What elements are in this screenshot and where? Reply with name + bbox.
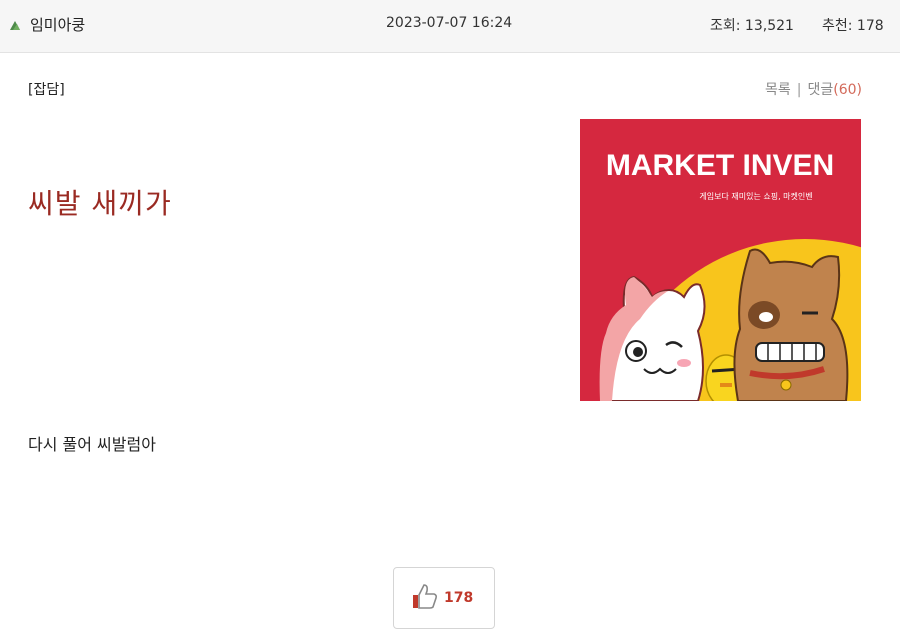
comments-label: 댓글 [807,82,834,98]
recommend-button[interactable]: 178 [393,567,495,629]
ad-tagline: 게임보다 재미있는 쇼핑, 마켓인벤 [699,191,812,201]
recommend-count: 178 [444,590,474,606]
author[interactable]: 임미아쿵 [8,14,85,35]
list-link[interactable]: 목록 [765,82,791,98]
post-links: 목록 | 댓글(60) [765,79,862,99]
post-category: [잡담] [28,82,65,98]
view-count: 조회: 13,521 [710,18,794,34]
post-body: 다시 풀어 씨발럼아 [28,435,156,454]
recommend-count-header: 추천: 178 [822,18,884,34]
post-header-bar: 임미아쿵 2023-07-07 16:24 조회: 13,521 추천: 178 [0,0,900,53]
dog-mascot [733,248,849,401]
divider: | [796,82,802,98]
comment-count: (60) [833,82,862,98]
level-icon [10,20,20,30]
ad-image: MARKET INVEN 게임보다 재미있는 쇼핑, 마켓인벤 [580,119,861,401]
thumbs-up-icon [413,584,438,609]
comments-link[interactable]: 댓글(60) [807,82,862,98]
post-title: 씨발 새끼가 [28,187,172,220]
author-name[interactable]: 임미아쿵 [30,14,85,35]
market-inven-ad[interactable]: MARKET INVEN 게임보다 재미있는 쇼핑, 마켓인벤 [580,119,861,401]
ad-brand: MARKET INVEN [606,149,834,182]
post-date: 2023-07-07 16:24 [386,15,513,31]
